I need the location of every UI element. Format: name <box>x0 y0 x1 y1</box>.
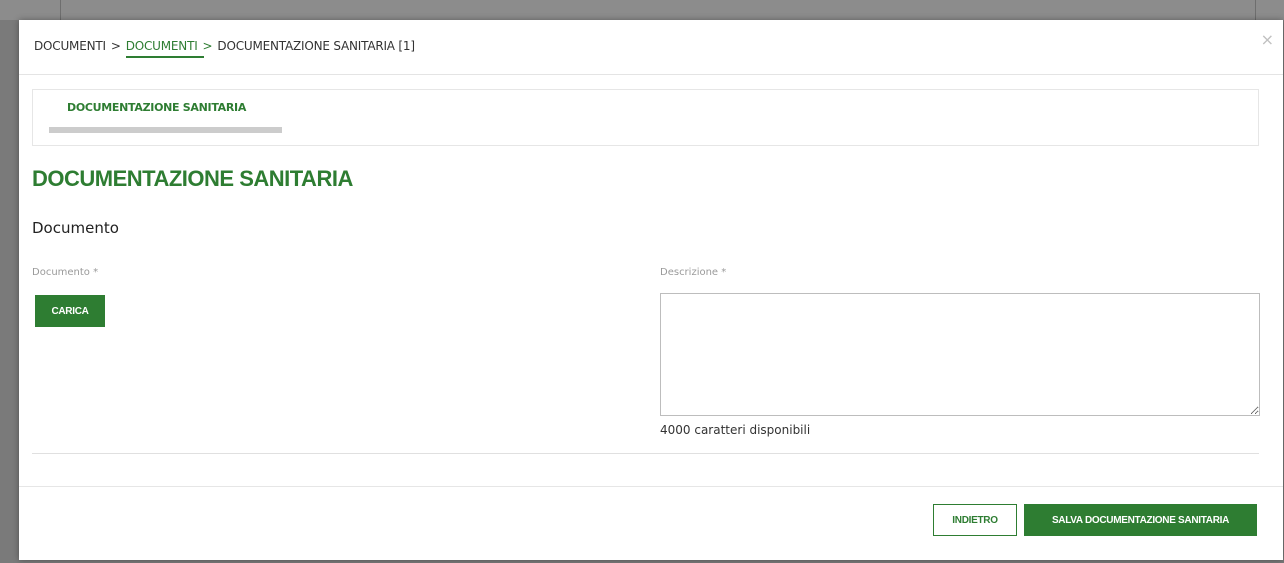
tab-documentazione-sanitaria[interactable]: DOCUMENTAZIONE SANITARIA <box>67 101 246 114</box>
breadcrumb-item-documenti[interactable]: DOCUMENTI <box>34 39 106 53</box>
breadcrumb-separator: > <box>110 39 121 53</box>
section-title: DOCUMENTAZIONE SANITARIA <box>32 166 353 191</box>
upload-button[interactable]: CARICA <box>35 295 105 327</box>
backdrop <box>0 0 1284 20</box>
backdrop-divider <box>1255 0 1256 20</box>
document-field-label: Documento * <box>32 267 99 278</box>
description-textarea[interactable] <box>660 293 1260 416</box>
breadcrumb: DOCUMENTI > DOCUMENTI > DOCUMENTAZIONE S… <box>34 39 415 58</box>
close-icon[interactable]: × <box>1261 32 1274 48</box>
breadcrumb-separator: > <box>202 39 213 53</box>
footer-divider <box>19 486 1283 487</box>
subsection-title: Documento <box>32 219 119 237</box>
description-field-label: Descrizione * <box>660 267 727 278</box>
tab-strip: DOCUMENTAZIONE SANITARIA <box>32 89 1259 146</box>
save-button[interactable]: SALVA DOCUMENTAZIONE SANITARIA <box>1024 504 1257 536</box>
breadcrumb-item-documenti-active[interactable]: DOCUMENTI <box>125 39 204 58</box>
backdrop-divider <box>60 0 61 20</box>
breadcrumb-item-current: DOCUMENTAZIONE SANITARIA [1] <box>217 39 415 53</box>
tab-progress-bar <box>49 127 282 133</box>
document-modal: DOCUMENTI > DOCUMENTI > DOCUMENTAZIONE S… <box>19 20 1283 560</box>
form-divider <box>32 453 1259 454</box>
modal-header: DOCUMENTI > DOCUMENTI > DOCUMENTAZIONE S… <box>19 20 1283 75</box>
char-count-text: 4000 caratteri disponibili <box>660 423 811 437</box>
back-button[interactable]: INDIETRO <box>933 504 1017 536</box>
